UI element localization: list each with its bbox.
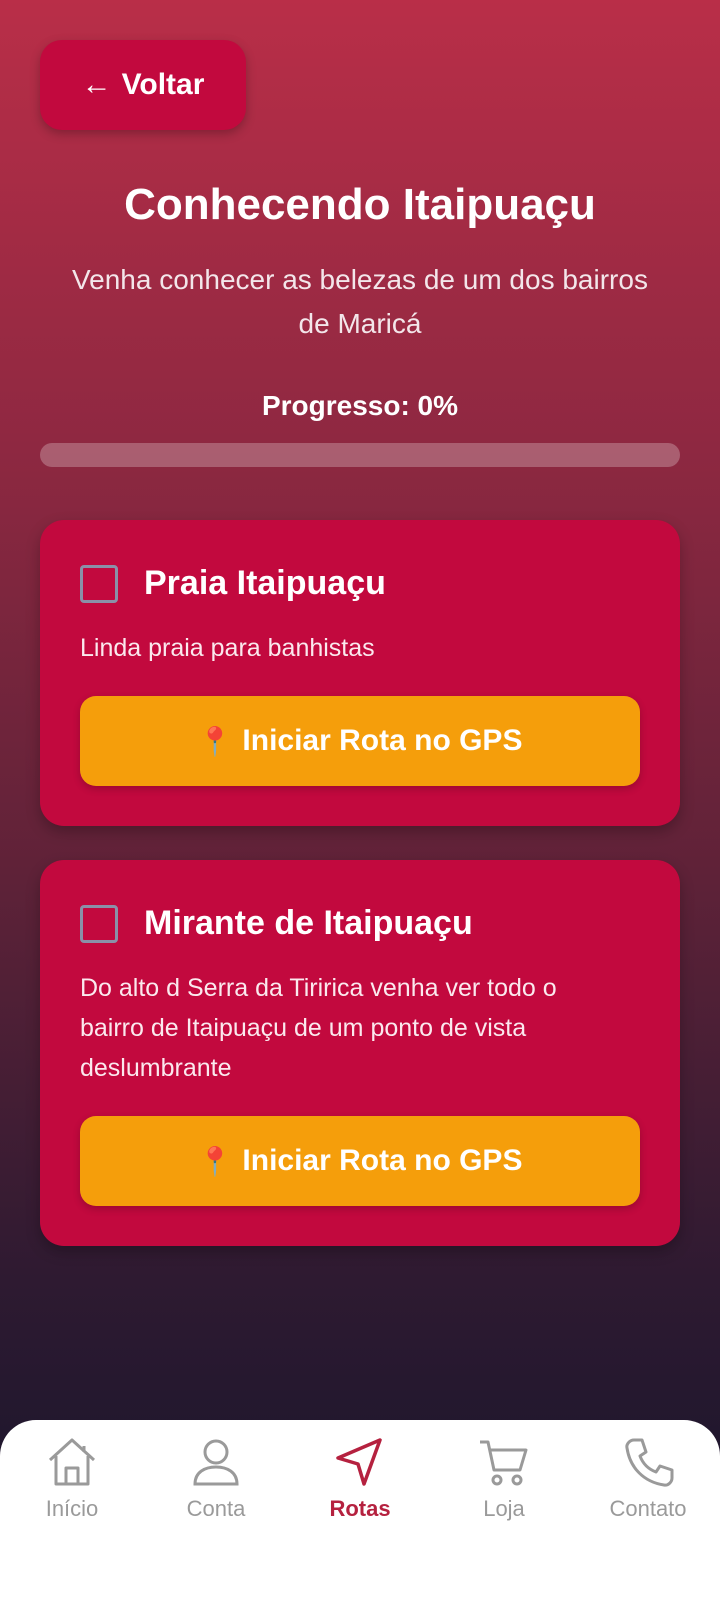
page-title: Conhecendo Itaipuaçu: [124, 180, 596, 229]
nav-label: Conta: [186, 1496, 246, 1521]
nav-item-inicio[interactable]: Início: [0, 1420, 144, 1600]
nav-item-contato[interactable]: Contato: [576, 1420, 720, 1600]
map-pin-icon: 📍: [197, 725, 233, 757]
nav-item-conta[interactable]: Conta: [144, 1420, 288, 1600]
progress-label: Progresso: 0%: [261, 390, 459, 421]
nav-item-rotas[interactable]: Rotas: [288, 1420, 432, 1600]
place-checkbox[interactable]: [80, 904, 118, 943]
phone-icon: [625, 1438, 674, 1487]
map-pin-icon: 📍: [197, 1145, 233, 1177]
gps-button-label: Iniciar Rota no GPS: [242, 1144, 523, 1177]
cart-icon: [480, 1440, 528, 1486]
nav-label: Início: [45, 1496, 99, 1521]
start-gps-route-button[interactable]: 📍 Iniciar Rota no GPS: [80, 696, 640, 786]
place-title: Mirante de Itaipuaçu: [144, 904, 473, 942]
back-button[interactable]: ← Voltar: [40, 40, 246, 130]
arrow-left-icon: ←: [81, 68, 112, 101]
navigation-icon: [336, 1438, 382, 1486]
back-label: Voltar: [121, 68, 205, 101]
page-subtitle: Venha conhecer as belezas de um dos bair…: [72, 264, 648, 339]
place-card: Praia Itaipuaçu Linda praia para banhist…: [40, 520, 680, 826]
nav-label: Contato: [609, 1496, 687, 1521]
gps-button-label: Iniciar Rota no GPS: [242, 724, 523, 757]
progress-bar: [40, 443, 680, 467]
start-gps-route-button[interactable]: 📍 Iniciar Rota no GPS: [80, 1116, 640, 1206]
nav-label: Rotas: [329, 1496, 391, 1521]
place-description: Do alto d Serra da Tiririca venha ver to…: [80, 974, 557, 1082]
place-title: Praia Itaipuaçu: [144, 564, 386, 602]
user-icon: [193, 1439, 239, 1486]
nav-label: Loja: [483, 1496, 525, 1521]
home-icon: [48, 1438, 96, 1486]
bottom-navigation: Início Conta Rotas Loja Contato: [0, 1420, 720, 1600]
nav-item-loja[interactable]: Loja: [432, 1420, 576, 1600]
place-card: Mirante de Itaipuaçu Do alto d Serra da …: [40, 860, 680, 1246]
place-checkbox[interactable]: [80, 564, 118, 603]
place-description: Linda praia para banhistas: [80, 634, 375, 662]
